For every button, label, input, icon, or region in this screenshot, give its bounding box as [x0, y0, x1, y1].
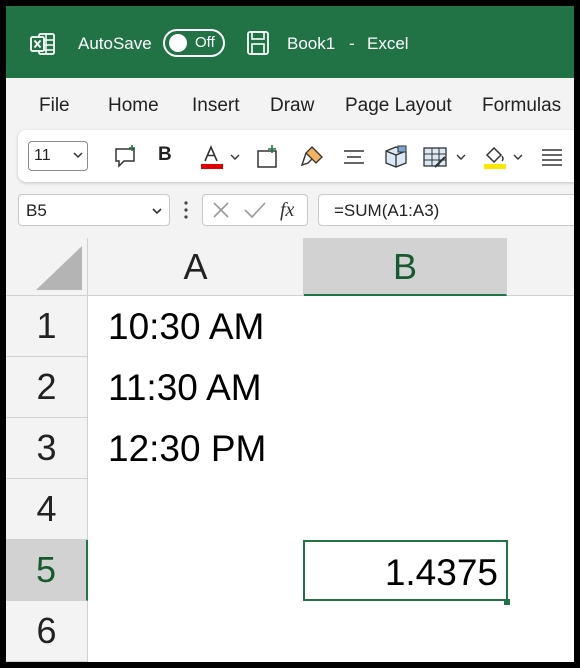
- tab-formulas[interactable]: Formulas: [482, 95, 561, 117]
- title-bar: AutoSave Off Book1 - Excel: [6, 6, 574, 78]
- align-icon[interactable]: [340, 143, 368, 171]
- formula-input[interactable]: =SUM(A1:A3): [318, 194, 574, 226]
- cell-b5[interactable]: 1.4375: [303, 540, 508, 601]
- cell-a3[interactable]: 12:30 PM: [88, 418, 304, 479]
- bold-button[interactable]: B: [158, 144, 172, 166]
- document-name: Book1: [287, 34, 336, 53]
- table-format-icon[interactable]: [421, 143, 449, 171]
- column-header-b[interactable]: B: [304, 238, 507, 296]
- row-header-3[interactable]: 3: [6, 418, 88, 479]
- font-size-select[interactable]: 11: [28, 141, 88, 171]
- toggle-knob: [169, 34, 187, 52]
- more-options-icon[interactable]: [184, 199, 188, 221]
- row-header-1[interactable]: 1: [6, 296, 88, 357]
- chevron-down-icon[interactable]: [511, 143, 525, 171]
- cube-icon[interactable]: [382, 143, 410, 171]
- excel-window: AutoSave Off Book1 - Excel File Home Ins…: [6, 6, 574, 662]
- autosave-label: AutoSave: [78, 34, 152, 53]
- ribbon-tabs: File Home Insert Draw Page Layout Formul…: [6, 78, 574, 130]
- tab-page-layout[interactable]: Page Layout: [345, 95, 452, 117]
- formula-text: =SUM(A1:A3): [334, 201, 440, 220]
- autosave-toggle[interactable]: Off: [163, 29, 225, 57]
- app-name: Excel: [367, 34, 409, 53]
- excel-logo-icon: [30, 33, 55, 55]
- row-header-4[interactable]: 4: [6, 479, 88, 540]
- column-header-a[interactable]: A: [88, 238, 304, 296]
- column-header-empty: [507, 238, 574, 296]
- cell-a1[interactable]: 10:30 AM: [88, 296, 304, 357]
- chevron-down-icon: [73, 152, 83, 159]
- chevron-down-icon[interactable]: [454, 143, 468, 171]
- insert-cells-icon[interactable]: [254, 143, 282, 171]
- select-all-corner[interactable]: [6, 238, 88, 296]
- chevron-down-icon: [152, 208, 162, 215]
- font-size-value: 11: [34, 147, 51, 164]
- select-all-triangle-icon: [36, 246, 82, 290]
- insert-function-icon[interactable]: fx: [277, 198, 303, 222]
- save-icon[interactable]: [246, 30, 270, 56]
- cell-a2[interactable]: 11:30 AM: [88, 357, 304, 418]
- formula-controls: fx: [202, 194, 308, 226]
- svg-text:fx: fx: [280, 199, 295, 221]
- row-header-6[interactable]: 6: [6, 601, 88, 662]
- font-color-icon[interactable]: [198, 143, 226, 171]
- fill-color-icon[interactable]: [481, 143, 509, 171]
- spreadsheet-grid: A B 1 2 3 4 5 6 10:30 AM 11:30 AM 12:30 …: [6, 238, 574, 662]
- tab-home[interactable]: Home: [108, 95, 159, 117]
- ribbon-toolbar: 11 B: [18, 130, 574, 182]
- comment-icon[interactable]: [112, 143, 140, 171]
- format-painter-icon[interactable]: [298, 143, 326, 171]
- tab-draw[interactable]: Draw: [270, 95, 314, 117]
- tab-file[interactable]: File: [39, 95, 70, 117]
- row-header-5[interactable]: 5: [6, 540, 88, 601]
- menu-lines-icon[interactable]: [538, 143, 566, 171]
- cancel-icon[interactable]: [211, 200, 231, 220]
- tab-insert[interactable]: Insert: [192, 95, 240, 117]
- row-header-2[interactable]: 2: [6, 357, 88, 418]
- chevron-down-icon[interactable]: [228, 143, 242, 171]
- enter-check-icon[interactable]: [243, 200, 267, 220]
- title-separator: -: [349, 34, 355, 53]
- fill-handle[interactable]: [504, 599, 510, 605]
- autosave-state: Off: [195, 34, 215, 51]
- name-box-value: B5: [26, 201, 47, 220]
- name-box[interactable]: B5: [18, 194, 170, 226]
